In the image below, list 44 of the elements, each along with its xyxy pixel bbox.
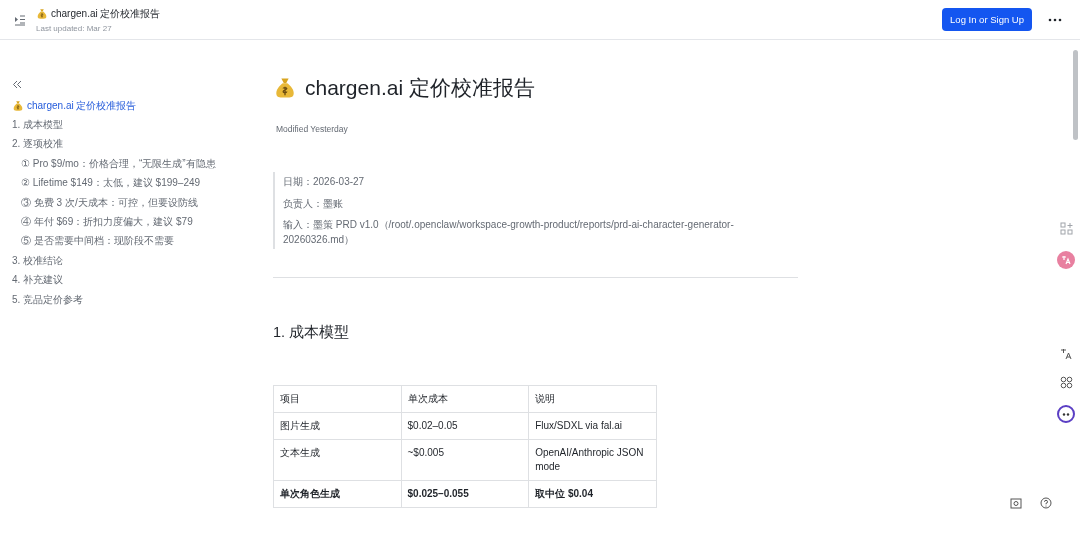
- outline-item[interactable]: 3. 校准结论: [12, 253, 64, 268]
- scrollbar-thumb[interactable]: [1073, 50, 1078, 140]
- outline-item[interactable]: ① Pro $9/mo：价格合理，“无限生成”有隐患: [21, 156, 216, 171]
- assistant-icon[interactable]: [1057, 405, 1075, 423]
- modified-text: Modified Yesterday: [276, 124, 349, 134]
- translate-icon[interactable]: [1059, 347, 1073, 360]
- section-heading: 1. 成本模型: [273, 323, 351, 342]
- more-icon[interactable]: [1048, 17, 1062, 22]
- page-heading: chargen.ai 定价校准报告: [305, 75, 535, 101]
- document-title: chargen.ai 定价校准报告: [51, 6, 161, 21]
- outline-item[interactable]: chargen.ai 定价校准报告: [27, 98, 137, 113]
- quote-line: 输入：墨策 PRD v1.0（/root/.openclaw/workspace-growth-product/reports/prd-ai-character-generator-20260326.md）: [283, 218, 735, 247]
- login-button[interactable]: Log In or Sign Up: [942, 8, 1032, 31]
- outline-item[interactable]: 2. 逐项校准: [12, 137, 64, 152]
- table-cell: 图片生成: [273, 412, 401, 440]
- table-cell: ~$0.005: [401, 439, 529, 481]
- outline-item[interactable]: 1. 成本模型: [12, 118, 64, 133]
- table-cell: $0.025–0.055: [401, 480, 529, 508]
- table-cell: 文本生成: [273, 439, 401, 481]
- money-bag-icon: [36, 7, 48, 20]
- table-cell: 单次角色生成: [273, 480, 401, 508]
- help-icon[interactable]: [1040, 497, 1052, 509]
- outline-item[interactable]: ④ 年付 $69：折扣力度偏大，建议 $79: [21, 215, 193, 230]
- outline-item[interactable]: 5. 竞品定价参考: [12, 292, 84, 307]
- outline-toggle-icon[interactable]: [14, 13, 26, 26]
- money-bag-icon: [12, 99, 24, 112]
- table-cell: Flux/SDXL via fal.ai: [528, 412, 657, 440]
- column-header: 项目: [273, 385, 401, 413]
- grid-icon[interactable]: [1059, 376, 1073, 389]
- outline-item[interactable]: ③ 免费 3 次/天成本：可控，但要设防线: [21, 195, 198, 210]
- money-bag-icon: [273, 76, 297, 100]
- table-cell: $0.02–0.05: [401, 412, 529, 440]
- table-cell: 取中位 $0.04: [528, 480, 657, 508]
- outline-item[interactable]: ② Lifetime $149：太低，建议 $199–249: [21, 176, 201, 191]
- column-header: 单次成本: [401, 385, 529, 413]
- outline-item[interactable]: ⑤ 是否需要中间档：现阶段不需要: [21, 234, 174, 249]
- image-icon[interactable]: [1010, 497, 1022, 509]
- table-cell: OpenAI/Anthropic JSON mode: [528, 439, 657, 481]
- quote-line: 负责人：墨账: [283, 196, 344, 211]
- quote-line: 日期：2026-03-27: [283, 175, 366, 189]
- column-header: 说明: [528, 385, 657, 413]
- last-updated-text: Last updated: Mar 27: [36, 23, 113, 33]
- collapse-icon[interactable]: [12, 80, 22, 89]
- outline-item[interactable]: 4. 补充建议: [12, 273, 64, 288]
